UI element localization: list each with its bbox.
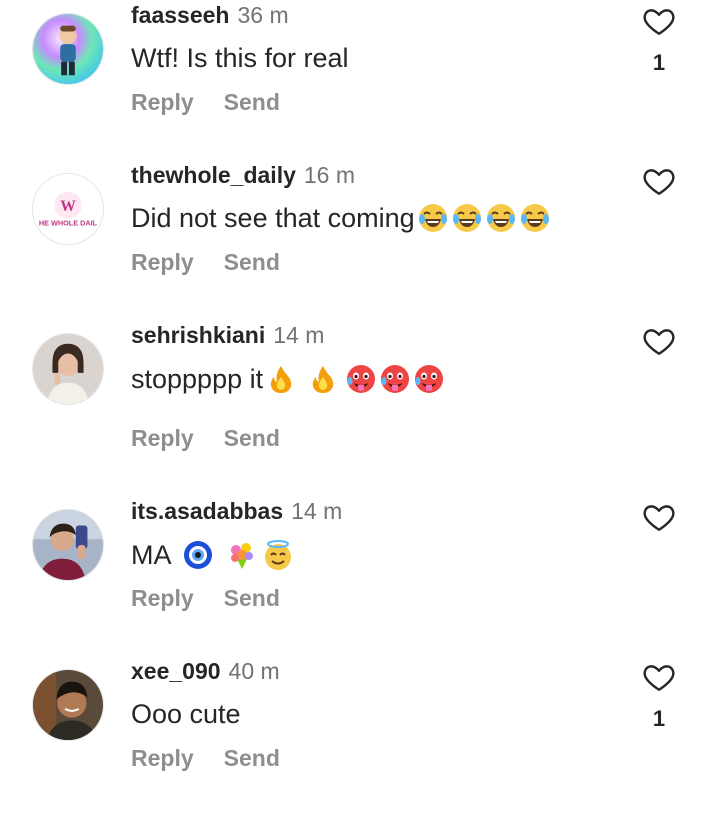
send-button[interactable]: Send	[224, 745, 280, 771]
hot-face-icon	[379, 363, 411, 395]
hot-face-icon	[413, 363, 445, 395]
comment-body: Wtf! Is this for real	[131, 43, 349, 73]
comment-meta: xee_090 40 m	[131, 656, 280, 686]
brand-logo: W HE WHOLE DAIL	[33, 174, 103, 244]
comment-actions: Reply Send	[131, 247, 280, 277]
heart-icon[interactable]	[642, 660, 676, 694]
like-count: 1	[652, 50, 666, 75]
comment-text: stoppppp it	[131, 362, 445, 396]
comment-actions: Reply Send	[131, 423, 280, 453]
comment-text: Did not see that coming	[131, 201, 551, 235]
comment-item: faasseeh 36 m Wtf! Is this for real Reply…	[0, 0, 720, 160]
comment-body: MA	[131, 540, 172, 570]
face-with-tears-of-joy-icon	[417, 202, 449, 234]
heart-icon[interactable]	[642, 164, 676, 198]
avatar[interactable]: W HE WHOLE DAIL	[32, 173, 104, 245]
avatar[interactable]	[32, 509, 104, 581]
comment-text: Ooo cute	[131, 697, 241, 731]
comment-time: 36 m	[237, 2, 289, 28]
comment-text: Wtf! Is this for real	[131, 41, 349, 75]
send-button[interactable]: Send	[224, 89, 280, 115]
comment-body: Ooo cute	[131, 699, 241, 729]
comment-item: xee_090 40 m Ooo cute Reply Send 1	[0, 656, 720, 816]
svg-text:HE WHOLE DAIL: HE WHOLE DAIL	[39, 219, 98, 228]
reply-button[interactable]: Reply	[131, 745, 194, 771]
face-with-tears-of-joy-icon	[451, 202, 483, 234]
comment-time: 14 m	[291, 498, 343, 524]
nazar-amulet-icon	[182, 539, 214, 571]
comment-actions: Reply Send	[131, 583, 280, 613]
smiling-face-with-halo-icon	[262, 539, 294, 571]
username[interactable]: faasseeh	[131, 2, 229, 28]
comment-item: W HE WHOLE DAIL thewhole_daily 16 m Did n…	[0, 160, 720, 320]
avatar[interactable]	[32, 333, 104, 405]
reply-button[interactable]: Reply	[131, 585, 194, 611]
like-count: 1	[652, 706, 666, 731]
hot-face-icon	[345, 363, 377, 395]
avatar-image	[33, 510, 103, 580]
username[interactable]: thewhole_daily	[131, 162, 296, 188]
send-button[interactable]: Send	[224, 249, 280, 275]
heart-icon[interactable]	[642, 4, 676, 38]
username[interactable]: sehrishkiani	[131, 322, 265, 348]
svg-text:W: W	[60, 198, 76, 215]
heart-icon[interactable]	[642, 324, 676, 358]
comment-actions: Reply Send	[131, 743, 280, 773]
avatar[interactable]	[32, 669, 104, 741]
comment-time: 16 m	[303, 162, 356, 188]
avatar-image	[33, 14, 103, 84]
comment-item: its.asadabbas 14 m MA Reply Send	[0, 496, 720, 656]
comment-time: 40 m	[228, 658, 280, 684]
comment-meta: sehrishkiani 14 m	[131, 320, 324, 350]
comment-body: stoppppp it	[131, 364, 264, 394]
reply-button[interactable]: Reply	[131, 425, 194, 451]
send-button[interactable]: Send	[224, 585, 280, 611]
avatar-image	[33, 670, 103, 740]
avatar[interactable]	[32, 13, 104, 85]
comment-meta: thewhole_daily 16 m	[131, 160, 355, 190]
comment-meta: its.asadabbas 14 m	[131, 496, 342, 526]
bouquet-icon	[226, 539, 258, 571]
reply-button[interactable]: Reply	[131, 89, 194, 115]
comment-actions: Reply Send	[131, 87, 280, 117]
comment-body: Did not see that coming	[131, 203, 415, 233]
comment-meta: faasseeh 36 m	[131, 0, 289, 30]
face-with-tears-of-joy-icon	[485, 202, 517, 234]
avatar-image	[33, 334, 103, 404]
comment-text: MA	[131, 538, 294, 572]
comment-item: sehrishkiani 14 m stoppppp it Reply Send	[0, 320, 720, 480]
comment-time: 14 m	[273, 322, 325, 348]
fire-icon	[265, 363, 297, 395]
username[interactable]: xee_090	[131, 658, 221, 684]
face-with-tears-of-joy-icon	[519, 202, 551, 234]
heart-icon[interactable]	[642, 500, 676, 534]
send-button[interactable]: Send	[224, 425, 280, 451]
reply-button[interactable]: Reply	[131, 249, 194, 275]
fire-icon	[307, 363, 339, 395]
username[interactable]: its.asadabbas	[131, 498, 283, 524]
